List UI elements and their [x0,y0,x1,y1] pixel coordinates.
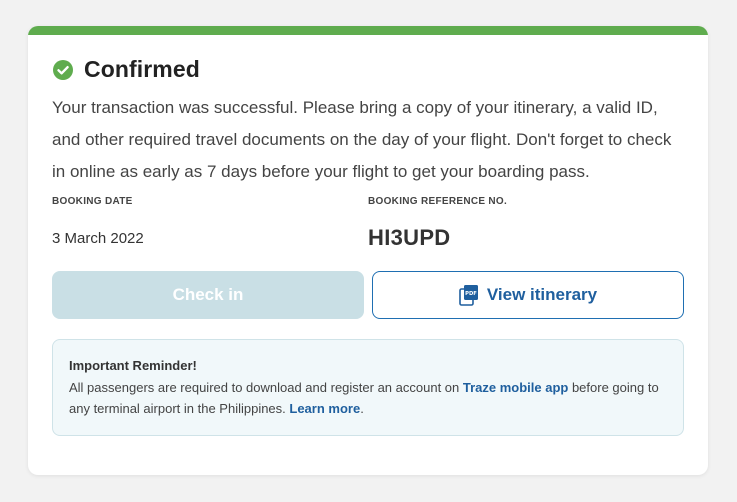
booking-confirmation-card: Confirmed Your transaction was successfu… [28,26,708,475]
view-itinerary-button-label: View itinerary [486,285,598,304]
reminder-title: Important Reminder! [69,358,197,373]
booking-date-value: 3 March 2022 [52,230,144,247]
booking-date-label: BOOKING DATE [52,196,133,207]
reminder-text-end: . [360,401,364,416]
booking-reference-value: HI3UPD [368,225,451,250]
traze-app-link[interactable]: Traze mobile app [463,380,568,395]
reminder-text-part: All passengers are required to download … [69,380,463,395]
svg-text:PDF: PDF [465,291,477,297]
check-circle-icon [53,59,73,80]
view-itinerary-button[interactable]: PDF View itinerary [372,271,684,319]
status-header: Confirmed [52,56,200,83]
status-title: Confirmed [84,56,200,82]
learn-more-link[interactable]: Learn more [289,401,360,416]
reminder-text: All passengers are required to download … [69,377,667,419]
confirmation-message: Your transaction was successful. Please … [52,98,672,181]
check-in-button[interactable]: Check in [52,271,364,319]
pdf-icon: PDF [459,285,478,306]
important-reminder-box: Important Reminder! All passengers are r… [52,339,684,436]
booking-reference-label: BOOKING REFERENCE NO. [368,196,508,207]
check-in-button-label: Check in [172,285,244,304]
status-accent-bar [28,26,708,35]
